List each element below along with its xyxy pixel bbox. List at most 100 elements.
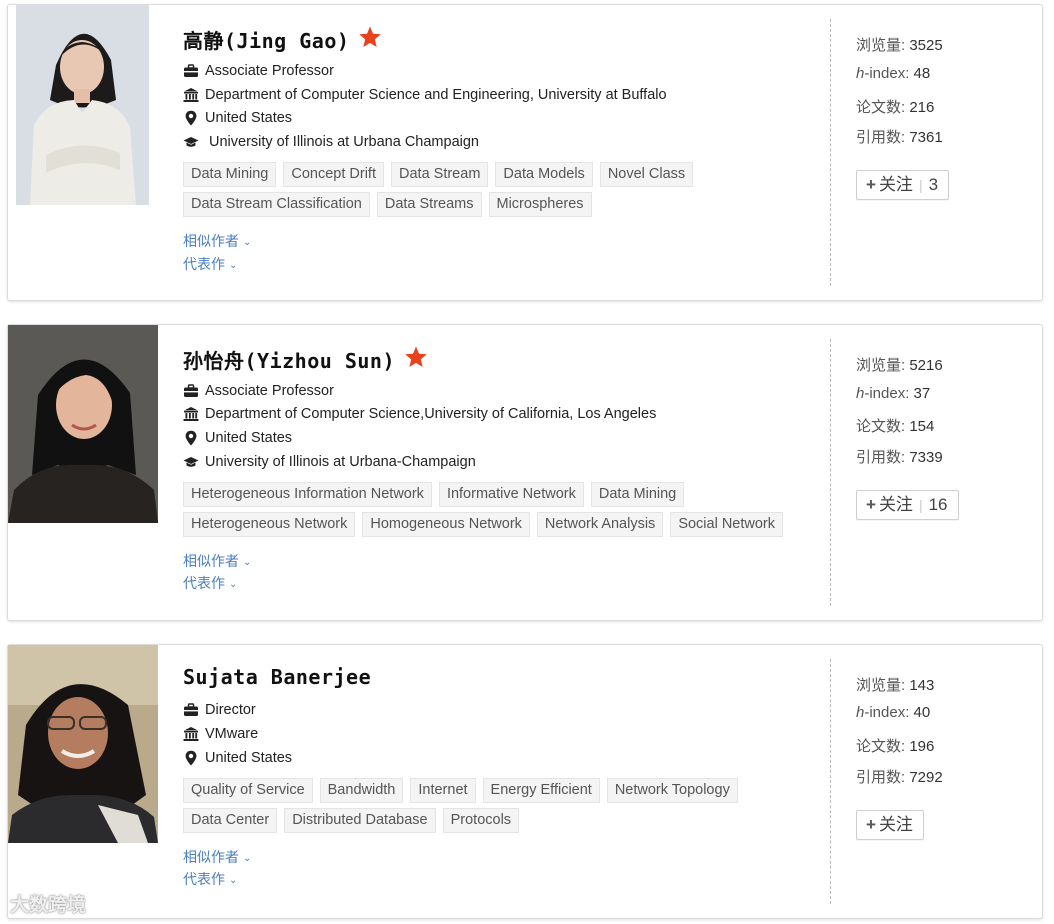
location-row: United States: [183, 750, 292, 766]
chevron-down-icon: ⌄: [243, 853, 252, 864]
position-text: Associate Professor: [205, 63, 334, 79]
map-pin-icon: [183, 430, 199, 446]
tag[interactable]: Data Streams: [376, 192, 482, 217]
scholar-card: 孙怡舟(Yizhou Sun) Associate Professor Depa…: [7, 324, 1043, 621]
organization-row: VMware: [183, 726, 258, 742]
views-label: 浏览量:: [856, 677, 906, 694]
tag[interactable]: Quality of Service: [183, 778, 313, 803]
tag[interactable]: Concept Drift: [283, 162, 384, 187]
papers-stat: 论文数: 154: [856, 415, 934, 436]
tag[interactable]: Internet: [410, 778, 476, 803]
follow-label: 关注: [878, 495, 913, 514]
scholar-photo[interactable]: [8, 325, 158, 523]
institution-icon: [183, 406, 199, 422]
hindex-label: -index:: [864, 704, 910, 721]
scholar-photo[interactable]: [8, 645, 158, 843]
papers-value: 196: [909, 738, 935, 755]
tag[interactable]: Data Stream Classification: [183, 192, 370, 217]
follow-button[interactable]: + 关注 | 16: [856, 490, 959, 520]
location-text: United States: [205, 750, 293, 766]
representative-works-label: 代表作: [183, 575, 225, 591]
representative-works-link[interactable]: 代表作 ⌄: [183, 869, 237, 889]
hindex-stat: h-index: 40: [856, 704, 930, 721]
similar-authors-link[interactable]: 相似作者 ⌄: [183, 231, 251, 251]
views-stat: 浏览量: 5216: [856, 354, 943, 375]
star-icon[interactable]: [358, 25, 382, 49]
hindex-label: -index:: [864, 385, 910, 402]
tag[interactable]: Data Mining: [183, 162, 277, 187]
position-text: Associate Professor: [205, 383, 334, 399]
papers-label: 论文数:: [856, 738, 906, 755]
views-value: 3525: [909, 37, 943, 54]
scholar-name[interactable]: 高静(Jing Gao): [183, 25, 349, 54]
plus-icon: +: [866, 175, 876, 194]
hindex-stat: h-index: 48: [856, 65, 930, 82]
tag[interactable]: Network Analysis: [536, 512, 664, 537]
tag[interactable]: Novel Class: [599, 162, 694, 187]
institution-icon: [183, 726, 199, 742]
briefcase-icon: [183, 383, 199, 399]
papers-value: 154: [909, 418, 935, 435]
hindex-stat: h-index: 37: [856, 385, 930, 402]
position-text: Director: [205, 702, 256, 718]
tag[interactable]: Homogeneous Network: [362, 512, 530, 537]
follow-button[interactable]: + 关注: [856, 810, 924, 840]
papers-label: 论文数:: [856, 418, 906, 435]
education-row: University of Illinois at Urbana Champai…: [183, 134, 479, 150]
organization-text: Department of Computer Science,Universit…: [205, 406, 657, 422]
chevron-down-icon: ⌄: [229, 875, 238, 886]
tag-list: Heterogeneous Network Homogeneous Networ…: [183, 512, 790, 537]
citations-stat: 引用数: 7339: [856, 446, 943, 467]
tag-list: Quality of Service Bandwidth Internet En…: [183, 778, 745, 803]
location-row: United States: [183, 430, 292, 446]
papers-stat: 论文数: 196: [856, 735, 934, 756]
position-row: Associate Professor: [183, 63, 334, 79]
similar-authors-label: 相似作者: [183, 233, 239, 249]
tag[interactable]: Data Center: [183, 808, 278, 833]
tag-list: Heterogeneous Information Network Inform…: [183, 482, 691, 507]
hindex-value: 37: [913, 385, 931, 402]
hindex-label: -index:: [864, 65, 910, 82]
hindex-value: 48: [913, 65, 931, 82]
chevron-down-icon: ⌄: [243, 237, 252, 248]
divider: [830, 19, 831, 286]
representative-works-link[interactable]: 代表作 ⌄: [183, 254, 237, 274]
tag[interactable]: Microspheres: [488, 192, 592, 217]
tag[interactable]: Distributed Database: [284, 808, 436, 833]
star-icon[interactable]: [404, 345, 428, 369]
tag[interactable]: Network Topology: [606, 778, 738, 803]
similar-authors-link[interactable]: 相似作者 ⌄: [183, 847, 251, 867]
representative-works-link[interactable]: 代表作 ⌄: [183, 573, 237, 593]
similar-authors-link[interactable]: 相似作者 ⌄: [183, 551, 251, 571]
education-text: University of Illinois at Urbana Champai…: [209, 134, 479, 150]
organization-text: VMware: [205, 726, 259, 742]
similar-authors-label: 相似作者: [183, 849, 239, 865]
scholar-card: Sujata Banerjee Director VMware United S…: [7, 644, 1043, 919]
tag[interactable]: Data Mining: [590, 482, 685, 507]
tag[interactable]: Informative Network: [438, 482, 584, 507]
views-value: 143: [909, 677, 935, 694]
tag[interactable]: Bandwidth: [319, 778, 404, 803]
position-row: Associate Professor: [183, 383, 334, 399]
follow-count: 16: [928, 495, 948, 514]
divider: [830, 339, 831, 606]
tag[interactable]: Heterogeneous Network: [183, 512, 356, 537]
scholar-name[interactable]: 孙怡舟(Yizhou Sun): [183, 345, 395, 374]
views-stat: 浏览量: 143: [856, 674, 934, 695]
views-stat: 浏览量: 3525: [856, 34, 943, 55]
tag[interactable]: Data Stream: [391, 162, 489, 187]
scholar-photo[interactable]: [16, 5, 149, 205]
scholar-name[interactable]: Sujata Banerjee: [183, 665, 371, 689]
tag[interactable]: Data Models: [495, 162, 593, 187]
tag[interactable]: Energy Efficient: [482, 778, 600, 803]
follow-button[interactable]: + 关注 | 3: [856, 170, 950, 200]
organization-row: Department of Computer Science,Universit…: [183, 406, 656, 422]
tag[interactable]: Protocols: [442, 808, 520, 833]
location-text: United States: [205, 110, 293, 126]
tag[interactable]: Social Network: [670, 512, 784, 537]
tag[interactable]: Heterogeneous Information Network: [183, 482, 432, 507]
chevron-down-icon: ⌄: [229, 579, 238, 590]
watermark: 大数跨境: [10, 894, 87, 916]
citations-value: 7339: [909, 449, 943, 466]
education-text: University of Illinois at Urbana-Champai…: [205, 454, 476, 470]
